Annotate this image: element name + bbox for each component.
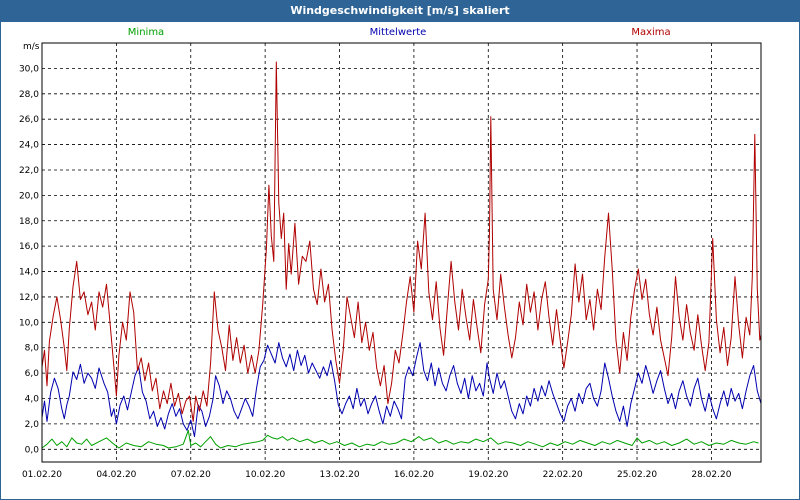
x-tick-label: 16.02.20 [394,470,434,480]
y-tick-label: 20,0 [19,191,39,201]
series-line-mittelwerte [41,342,762,438]
x-tick-label: 01.02.20 [22,470,62,480]
y-tick-label: 22,0 [19,166,39,176]
y-tick-label: 10,0 [19,318,39,328]
y-tick-label: 2,0 [25,420,40,430]
y-tick-label: 26,0 [19,115,39,125]
y-tick-label: 6,0 [25,369,40,379]
x-tick-label: 25.02.20 [617,470,657,480]
y-tick-label: 14,0 [19,268,39,278]
y-tick-labels: 0,0 2,0 4,0 6,0 8,0 10,0 12,0 14,0 16,0 18,0 20,0 2… [19,64,39,455]
legend: Minima Mittelwerte Maxima [128,27,671,38]
y-tick-label: 0,0 [25,445,40,455]
wind-speed-chart: Minima Mittelwerte Maxima m/s 0,0 2,0 4,0 6… [19,27,762,480]
x-tick-label: 28.02.20 [691,470,731,480]
y-tick-label: 30,0 [19,64,39,74]
chart-window: Windgeschwindigkeit [m/s] skaliert Minim… [0,0,800,500]
x-tick-label: 13.02.20 [319,470,359,480]
legend-entry-minima: Minima [128,27,164,38]
y-tick-label: 16,0 [19,242,39,252]
grid [42,43,761,462]
legend-entry-mittelwerte: Mittelwerte [370,27,427,38]
series-line-minima [41,429,759,449]
x-tick-label: 10.02.20 [245,470,285,480]
series-lines [41,61,762,449]
x-tick-label: 19.02.20 [468,470,508,480]
y-tick-label: 28,0 [19,90,39,100]
window-title: Windgeschwindigkeit [m/s] skaliert [1,1,799,22]
x-tick-labels: 01.02.20 04.02.20 07.02.20 10.02.20 13.02.20… [22,470,732,480]
y-tick-label: 24,0 [19,141,39,151]
y-axis-unit-label: m/s [23,42,40,52]
y-tick-label: 8,0 [25,344,40,354]
y-tick-label: 4,0 [25,395,40,405]
x-tick-label: 22.02.20 [543,470,583,480]
y-tick-label: 18,0 [19,217,39,227]
y-tick-label: 12,0 [19,293,39,303]
plot-area-frame [41,42,762,463]
x-tick-label: 04.02.20 [96,470,136,480]
legend-entry-maxima: Maxima [631,27,670,38]
x-tick-label: 07.02.20 [171,470,211,480]
series-line-maxima [41,61,762,422]
